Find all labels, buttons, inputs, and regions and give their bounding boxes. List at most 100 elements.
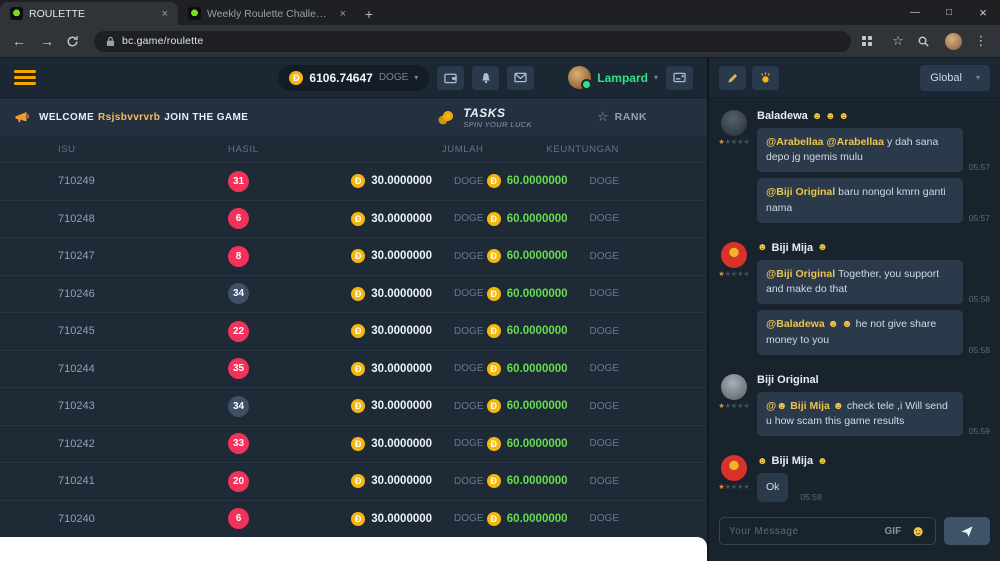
rating-stars: ★★★★★ xyxy=(718,403,749,410)
table-row[interactable]: 710247 8 Ð30.0000000DOGE Ð60.0000000DOGE xyxy=(0,237,707,275)
browser-menu-button[interactable]: ⋮ xyxy=(972,33,990,49)
notifications-button[interactable] xyxy=(472,66,499,90)
table-row[interactable]: 710244 35 Ð30.0000000DOGE Ð60.0000000DOG… xyxy=(0,350,707,388)
menu-button[interactable] xyxy=(14,70,36,85)
table-row[interactable]: 710243 34 Ð30.0000000DOGE Ð60.0000000DOG… xyxy=(0,387,707,425)
sunglasses-emote-icon: ☻ xyxy=(757,456,768,467)
refresh-icon xyxy=(66,35,79,48)
forward-button[interactable]: → xyxy=(38,33,56,49)
messages-button[interactable] xyxy=(507,66,534,90)
chat-username[interactable]: Biji Original xyxy=(757,374,990,386)
address-bar[interactable]: bc.game/roulette xyxy=(94,31,851,52)
megaphone-icon xyxy=(14,110,30,124)
tab-roulette[interactable]: ROULETTE × xyxy=(0,2,178,25)
chat-avatar[interactable] xyxy=(721,374,747,400)
refresh-button[interactable] xyxy=(66,35,84,48)
doge-coin-icon: Ð xyxy=(351,362,365,376)
user-menu[interactable]: Lampard ▾ xyxy=(568,66,658,89)
bookmark-star-button[interactable]: ☆ xyxy=(889,33,907,49)
rating-stars: ★★★★★ xyxy=(718,484,749,491)
chat-channel-selector[interactable]: Global ▾ xyxy=(920,65,990,91)
welcome-message: WELCOMERsjsbvvrvrbJOIN THE GAME xyxy=(39,112,248,123)
send-message-button[interactable] xyxy=(944,517,990,545)
chat-input[interactable] xyxy=(729,526,876,537)
site-favicon-icon xyxy=(10,7,23,20)
tab-close-icon[interactable]: × xyxy=(160,8,170,20)
doge-coin-icon: Ð xyxy=(351,399,365,413)
bet-id: 710246 xyxy=(58,288,228,300)
column-header-keuntungan: KEUNTUNGAN xyxy=(546,144,619,155)
chat-avatar[interactable] xyxy=(721,110,747,136)
chat-avatar[interactable] xyxy=(721,242,747,268)
chat-bubble: Ok xyxy=(757,473,788,502)
coin-drop-button[interactable] xyxy=(752,66,779,90)
tab-weekly-challenge[interactable]: Weekly Roulette Challenge - Win × xyxy=(178,2,356,25)
doge-coin-icon: Ð xyxy=(351,512,365,526)
extensions-button[interactable] xyxy=(861,35,879,47)
chat-rules-button[interactable] xyxy=(719,66,746,90)
search-button[interactable] xyxy=(917,35,935,48)
column-header-hasil: HASIL xyxy=(228,144,348,155)
chat-message-group: ★★★★★ ☻ Biji Mija ☻ @Biji OriginalTogeth… xyxy=(719,242,990,361)
emoji-button[interactable]: ☻ xyxy=(910,524,926,539)
table-row[interactable]: 710249 31 Ð30.0000000DOGE Ð60.0000000DOG… xyxy=(0,162,707,200)
chat-username[interactable]: Baladewa ☻ ☻ ☻ xyxy=(757,110,990,122)
chat-username[interactable]: ☻ Biji Mija ☻ xyxy=(757,455,990,467)
tab-close-icon[interactable]: × xyxy=(338,8,348,20)
message-time: 05:57 xyxy=(969,213,990,223)
bet-profit: Ð60.0000000DOGE xyxy=(484,399,620,413)
vip-card-button[interactable] xyxy=(666,66,693,90)
table-row[interactable]: 710248 6 Ð30.0000000DOGE Ð60.0000000DOGE xyxy=(0,200,707,238)
chevron-down-icon: ▾ xyxy=(414,73,418,82)
bet-profit: Ð60.0000000DOGE xyxy=(484,174,620,188)
gif-button[interactable]: GIF xyxy=(885,526,902,537)
chevron-down-icon: ▾ xyxy=(976,73,980,82)
table-row[interactable]: 710246 34 Ð30.0000000DOGE Ð60.0000000DOG… xyxy=(0,275,707,313)
doge-coin-icon: Ð xyxy=(351,174,365,188)
tasks-widget[interactable]: TASKS SPIN YOUR LUCK xyxy=(436,106,532,129)
mention: @☻ Biji Mija ☻ xyxy=(766,400,844,412)
chat-avatar[interactable] xyxy=(721,455,747,481)
balance-selector[interactable]: Ð 6106.74647 DOGE ▾ xyxy=(278,65,429,91)
result-badge: 33 xyxy=(228,433,249,454)
chat-input-row: GIF ☻ xyxy=(709,511,1000,561)
chat-username[interactable]: ☻ Biji Mija ☻ xyxy=(757,242,990,254)
bet-id: 710247 xyxy=(58,250,228,262)
table-row[interactable]: 710240 6 Ð30.0000000DOGE Ð60.0000000DOGE xyxy=(0,500,707,538)
coin-drop-icon xyxy=(759,71,772,84)
user-avatar[interactable] xyxy=(568,66,591,89)
table-row[interactable]: 710241 20 Ð30.0000000DOGE Ð60.0000000DOG… xyxy=(0,462,707,500)
table-row[interactable]: 710245 22 Ð30.0000000DOGE Ð60.0000000DOG… xyxy=(0,312,707,350)
back-button[interactable]: ← xyxy=(10,33,28,49)
close-window-button[interactable]: × xyxy=(966,0,1000,25)
balance-currency: DOGE xyxy=(379,72,408,83)
result-badge: 6 xyxy=(228,208,249,229)
bet-amount: Ð30.0000000DOGE xyxy=(348,174,484,188)
doge-coin-icon: Ð xyxy=(351,249,365,263)
chat-bubble: @Biji OriginalTogether, you support and … xyxy=(757,260,963,304)
message-time: 05:58 xyxy=(969,345,990,355)
maximize-button[interactable]: □ xyxy=(932,0,966,25)
pencil-icon xyxy=(727,72,739,84)
bet-id: 710249 xyxy=(58,175,228,187)
tab-strip: ROULETTE × Weekly Roulette Challenge - W… xyxy=(0,0,1000,25)
bet-profit: Ð60.0000000DOGE xyxy=(484,249,620,263)
table-row[interactable]: 710242 33 Ð30.0000000DOGE Ð60.0000000DOG… xyxy=(0,425,707,463)
doge-coin-icon: Ð xyxy=(351,212,365,226)
chat-input-container[interactable]: GIF ☻ xyxy=(719,517,936,545)
doge-coin-icon: Ð xyxy=(351,474,365,488)
minimize-button[interactable]: — xyxy=(898,0,932,25)
chat-message-group: ★★★★★ Baladewa ☻ ☻ ☻ @Arabellaa @Arabell… xyxy=(719,110,990,229)
bet-profit: Ð60.0000000DOGE xyxy=(484,324,620,338)
doge-coin-icon: Ð xyxy=(487,174,501,188)
doge-coin-icon: Ð xyxy=(487,399,501,413)
join-label: JOIN THE GAME xyxy=(164,112,248,123)
search-icon xyxy=(917,35,930,48)
browser-profile-avatar[interactable] xyxy=(945,33,962,50)
new-tab-button[interactable]: + xyxy=(356,2,382,25)
chat-bubble: @Arabellaa @Arabellaay dah sana depo jg … xyxy=(757,128,963,172)
rank-widget[interactable]: ☆ RANK xyxy=(597,109,647,125)
wallet-button[interactable] xyxy=(437,66,464,90)
doge-coin-icon: Ð xyxy=(487,249,501,263)
chat-bubble: @☻ Biji Mija ☻check tele ,i Will send u … xyxy=(757,392,963,436)
